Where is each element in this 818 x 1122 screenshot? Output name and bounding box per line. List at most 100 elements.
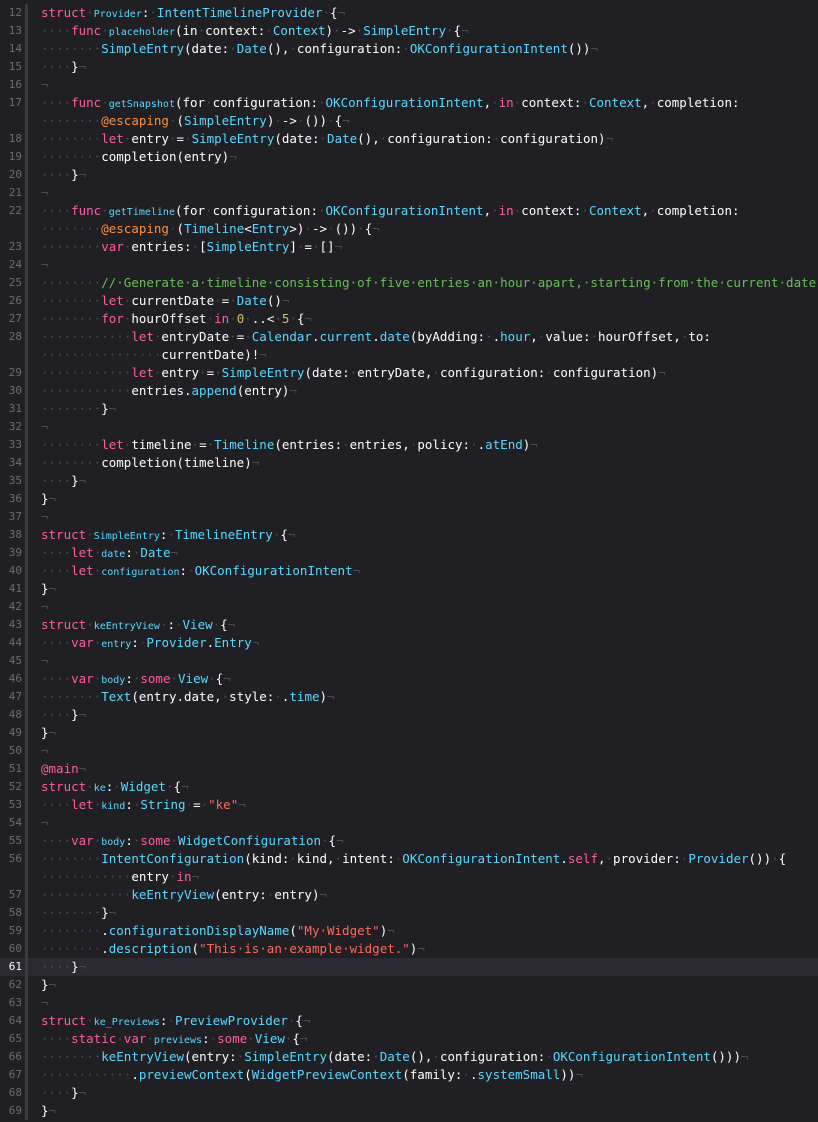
- code-line[interactable]: 32 ¬: [0, 418, 818, 436]
- code-line[interactable]: 40 ····let·configuration:·OKConfiguration…: [0, 562, 818, 580]
- code-line[interactable]: 61 ····}¬: [0, 958, 818, 976]
- code-line[interactable]: 24 ¬: [0, 256, 818, 274]
- code-token: TimelineEntry: [174, 527, 273, 542]
- code-token: completion:: [656, 203, 740, 218]
- code-token: ············: [41, 383, 132, 398]
- code-line[interactable]: 16 ¬: [0, 76, 818, 94]
- code-line[interactable]: 66 ········keEntryView(entry: · SimpleEntry…: [0, 1048, 818, 1066]
- code-line[interactable]: 64 struct·ke_Previews:·PreviewProvider·{¬: [0, 1012, 818, 1030]
- code-line[interactable]: 26 ········let·currentDate·=·Date()¬: [0, 292, 818, 310]
- code-line[interactable]: 46 ····var·body:·some·View·{¬: [0, 670, 818, 688]
- code-line[interactable]: 36}¬: [0, 490, 818, 508]
- code-line[interactable]: 23 ········var·entries:·[SimpleEntry]·=·[…: [0, 238, 818, 256]
- code-token: ····: [41, 833, 72, 848]
- code-line[interactable]: 41}¬: [0, 580, 818, 598]
- code-line[interactable]: 50 ¬: [0, 742, 818, 760]
- code-line[interactable]: 35 ····}¬: [0, 472, 818, 490]
- code-line[interactable]: 33 ········let·timeline·=·Timeline(entrie…: [0, 436, 818, 454]
- code-text: ····func·getTimeline(for·configuration:·…: [41, 202, 740, 222]
- line-number: 66: [8, 1050, 22, 1063]
- code-line[interactable]: 49}¬: [0, 724, 818, 742]
- code-line[interactable]: 29 ············let·entry·=·SimpleEntry(da…: [0, 364, 818, 382]
- code-token: }: [41, 977, 49, 992]
- code-line[interactable]: 52 struct·ke:·Widget·{¬: [0, 778, 818, 796]
- code-line[interactable]: 56 ········IntentConfiguration(kind:·kind…: [0, 850, 818, 868]
- code-line[interactable]: 13 ····func·placeholder(in·context:·Conte…: [0, 22, 818, 40]
- code-token: ············: [41, 329, 132, 344]
- code-line[interactable]: 51 @main¬: [0, 760, 818, 778]
- code-line[interactable]: 60 ········.description("This·is·an·examp…: [0, 940, 818, 958]
- code-text: ········let·currentDate·=·Date()¬: [41, 292, 289, 310]
- code-line[interactable]: 55 ····var·body:·some·WidgetConfiguration…: [0, 832, 818, 850]
- code-line[interactable]: 34 ········completion(timeline)¬: [0, 454, 818, 472]
- code-token: entry: [131, 869, 169, 884]
- code-text: ····let·kind:·String·=·"ke"¬: [41, 796, 246, 816]
- code-line[interactable]: 12 struct·Provider:·IntentTimelineProvide…: [0, 4, 818, 22]
- code-token: ·: [333, 23, 341, 38]
- code-line[interactable]: 63 ¬: [0, 994, 818, 1012]
- code-line[interactable]: 59 ········.configurationDisplayName("My·…: [0, 922, 818, 940]
- code-line[interactable]: 45 ¬: [0, 652, 818, 670]
- code-line[interactable]: 43 struct·keEntryView·:·View·{¬: [0, 616, 818, 634]
- code-text: ············.previewContext(WidgetPrevie…: [41, 1066, 583, 1084]
- code-line[interactable]: 68 ····}¬: [0, 1084, 818, 1102]
- code-token: currentDate: [131, 293, 215, 308]
- code-token: ]: [289, 239, 297, 254]
- code-line[interactable]: 62}¬: [0, 976, 818, 994]
- code-line[interactable]: ········@escaping·(Timeline<Entry>)·->·(…: [0, 220, 818, 238]
- code-token: ¬: [304, 311, 313, 326]
- code-line[interactable]: 67 ············.previewContext(WidgetPrev…: [0, 1066, 818, 1084]
- code-token: ¬: [605, 131, 614, 146]
- code-line[interactable]: 25 ········//·Generate·a·timeline·consist…: [0, 274, 818, 292]
- code-line[interactable]: 27 ········for·hourOffset·in·0·..<·5·{¬: [0, 310, 818, 328]
- change-bar: [25, 868, 28, 886]
- code-line[interactable]: 22 ····func·getTimeline(for·configuration…: [0, 202, 818, 220]
- code-line[interactable]: 30 ············entries.append(entry)¬: [0, 382, 818, 400]
- code-line[interactable]: 31 ········}¬: [0, 400, 818, 418]
- code-editor[interactable]: 12 struct·Provider:·IntentTimelineProvide…: [0, 0, 818, 1122]
- code-line[interactable]: 21 ¬: [0, 184, 818, 202]
- code-line[interactable]: 42 ¬: [0, 598, 818, 616]
- code-token: ¬: [78, 167, 87, 182]
- code-line[interactable]: 53 ····let·kind:·String·=·"ke"¬: [0, 796, 818, 814]
- code-line[interactable]: ············entry·in¬: [0, 868, 818, 886]
- code-token: configuration): [552, 365, 659, 380]
- code-token: :: [125, 671, 133, 686]
- code-line[interactable]: 54 ¬: [0, 814, 818, 832]
- code-token: {: [330, 5, 338, 20]
- code-line[interactable]: 19 ········completion(entry)¬: [0, 148, 818, 166]
- code-line[interactable]: 48 ····}¬: [0, 706, 818, 724]
- code-token: struct: [41, 779, 87, 794]
- change-bar: [25, 796, 28, 814]
- code-token: ········: [41, 149, 102, 164]
- code-line[interactable]: 37 ¬: [0, 508, 818, 526]
- code-token: ·: [342, 437, 350, 452]
- code-line[interactable]: 47 ········Text(entry.date,·style:·.time)…: [0, 688, 818, 706]
- code-line[interactable]: 57 ············keEntryView(entry:·entry)¬: [0, 886, 818, 904]
- code-line[interactable]: 65 ····static·var·previews:·some·View·{¬: [0, 1030, 818, 1048]
- code-token: ·: [229, 311, 237, 326]
- line-number: 26: [8, 294, 22, 307]
- code-line[interactable]: 38 struct·SimpleEntry:·TimelineEntry·{¬: [0, 526, 818, 544]
- code-token: ¬: [238, 797, 246, 812]
- code-line[interactable]: 18 ········let·entry·=·SimpleEntry(date:·…: [0, 130, 818, 148]
- code-line[interactable]: 39 ····let·date:·Date¬: [0, 544, 818, 562]
- code-token: kind: [101, 801, 126, 812]
- code-line[interactable]: 17 ····func·getSnapshot(for·configuration…: [0, 94, 818, 112]
- code-line[interactable]: 14 ········SimpleEntry(date:·Date(),·conf…: [0, 40, 818, 58]
- code-line[interactable]: 20 ····}¬: [0, 166, 818, 184]
- code-line[interactable]: 15 ····}¬: [0, 58, 818, 76]
- code-token: ·: [485, 329, 493, 344]
- code-token: configuration:: [296, 41, 403, 56]
- line-number: 34: [8, 456, 22, 469]
- code-line[interactable]: 44 ····var·entry:·Provider.Entry¬: [0, 634, 818, 652]
- code-line[interactable]: 69}¬: [0, 1102, 818, 1120]
- code-token: Text: [101, 689, 132, 704]
- code-token: in: [176, 869, 192, 884]
- code-line[interactable]: ········@escaping·(SimpleEntry)·->·())·{…: [0, 112, 818, 130]
- code-token: (entry): [236, 383, 290, 398]
- code-line[interactable]: 28 ············let·entryDate·=·Calendar.c…: [0, 328, 818, 346]
- code-line[interactable]: ················currentDate)!¬: [0, 346, 818, 364]
- code-text: ········}¬: [41, 400, 116, 418]
- code-line[interactable]: 58 ········}¬: [0, 904, 818, 922]
